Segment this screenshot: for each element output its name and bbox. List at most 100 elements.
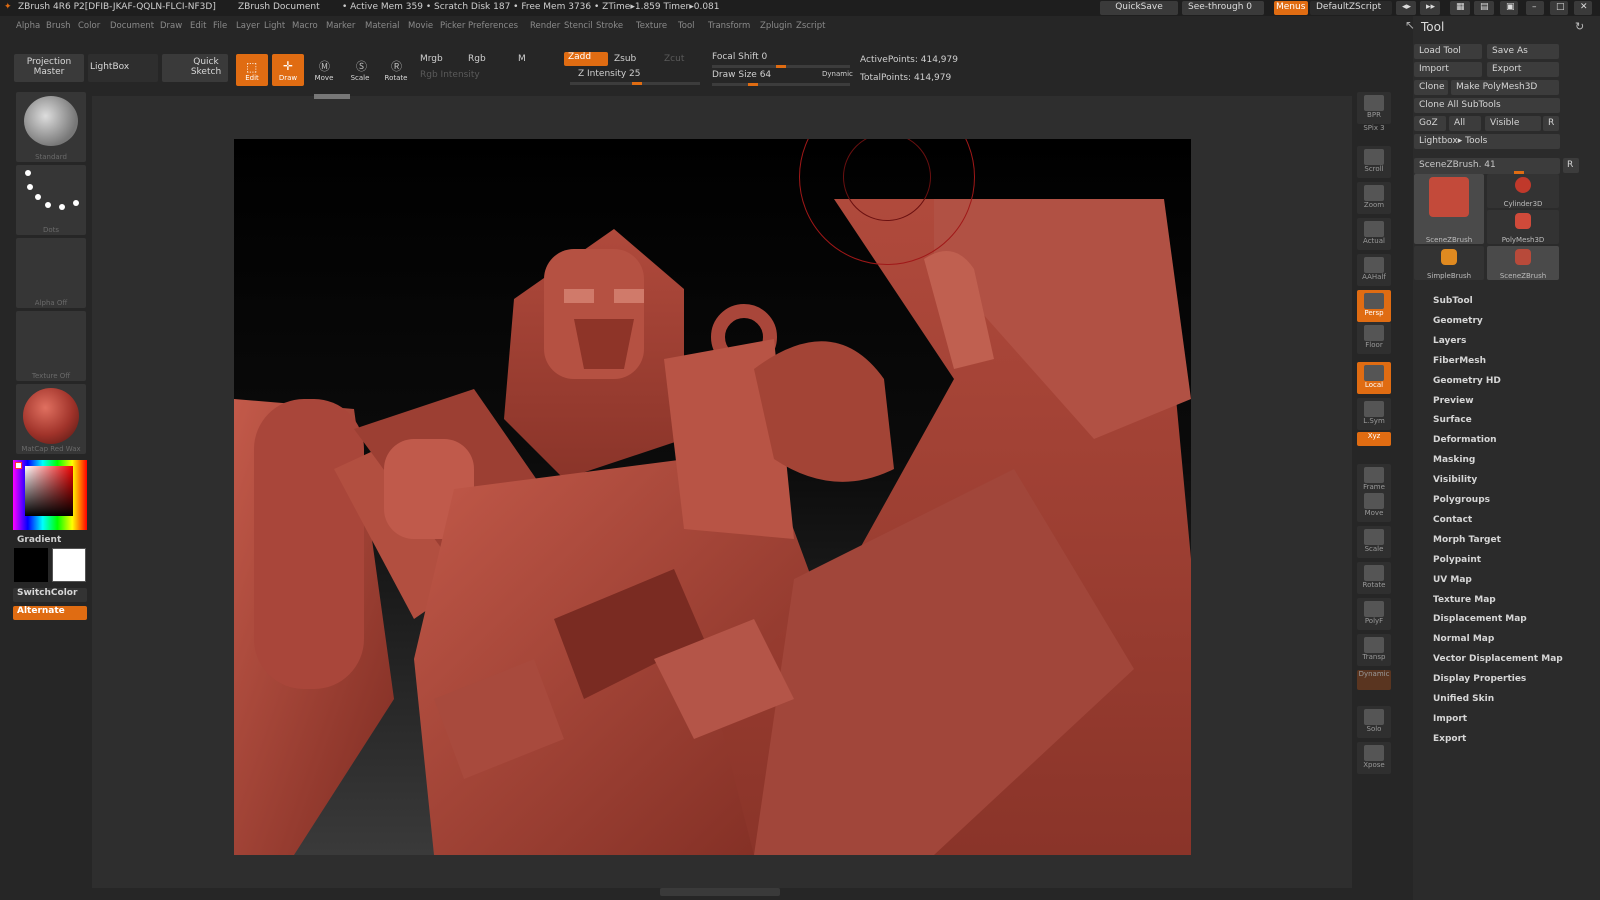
tool-persp-button[interactable]: Persp	[1357, 290, 1391, 322]
secondary-color-swatch[interactable]	[52, 548, 86, 582]
section-displacement-map[interactable]: Displacement Map	[1433, 614, 1527, 624]
tool-xyz-button[interactable]: Xyz	[1357, 432, 1391, 446]
refresh-icon[interactable]: ↻	[1575, 20, 1584, 33]
switch-color-button[interactable]: SwitchColor	[13, 588, 87, 602]
projection-master-button[interactable]: Projection Master	[14, 54, 84, 82]
section-normal-map[interactable]: Normal Map	[1433, 634, 1494, 644]
scenezbrush-slider[interactable]: SceneZBrush. 41	[1414, 158, 1560, 174]
section-deformation[interactable]: Deformation	[1433, 435, 1497, 445]
menu-edit[interactable]: Edit	[190, 21, 206, 31]
brush-thumbnail[interactable]: Standard	[16, 92, 86, 162]
default-zscript-button[interactable]: DefaultZScript	[1310, 1, 1392, 15]
scene-r-button[interactable]: R	[1563, 158, 1579, 173]
section-morph-target[interactable]: Morph Target	[1433, 535, 1501, 545]
menu-texture[interactable]: Texture	[636, 21, 667, 31]
menu-color[interactable]: Color	[78, 21, 100, 31]
rgb-intensity-slider[interactable]: Rgb Intensity	[420, 70, 480, 80]
section-visibility[interactable]: Visibility	[1433, 475, 1477, 485]
stroke-thumbnail[interactable]: Dots	[16, 165, 86, 235]
main-color-swatch[interactable]	[14, 548, 48, 582]
menu-file[interactable]: File	[213, 21, 227, 31]
close-icon[interactable]: ✕	[1574, 1, 1592, 15]
section-uv-map[interactable]: UV Map	[1433, 575, 1472, 585]
texture-thumbnail[interactable]: Texture Off	[16, 311, 86, 381]
tool-thumb-cylinder3d[interactable]: Cylinder3D	[1487, 174, 1559, 208]
minimize-icon[interactable]: –	[1526, 1, 1544, 15]
tool-scale-button[interactable]: Scale	[1357, 526, 1391, 558]
section-import[interactable]: Import	[1433, 714, 1467, 724]
menu-brush[interactable]: Brush	[46, 21, 71, 31]
section-layers[interactable]: Layers	[1433, 336, 1466, 346]
mrgb-button[interactable]: Mrgb	[420, 54, 443, 64]
load-tool-button[interactable]: Load Tool	[1414, 44, 1482, 59]
goz-button[interactable]: GoZ	[1414, 116, 1446, 131]
z-intensity-slider[interactable]: Z Intensity 25	[578, 69, 641, 79]
section-display-properties[interactable]: Display Properties	[1433, 674, 1526, 684]
section-polypaint[interactable]: Polypaint	[1433, 555, 1481, 565]
section-vector-displacement-map[interactable]: Vector Displacement Map	[1433, 654, 1563, 664]
alpha-thumbnail[interactable]: Alpha Off	[16, 238, 86, 308]
maximize-icon[interactable]: □	[1550, 1, 1568, 15]
color-picker[interactable]	[13, 460, 87, 530]
layout-icon[interactable]: ▦	[1450, 1, 1470, 15]
section-polygroups[interactable]: Polygroups	[1433, 495, 1490, 505]
viewport-canvas[interactable]	[234, 139, 1191, 855]
menu-alpha[interactable]: Alpha	[16, 21, 40, 31]
quick-sketch-button[interactable]: Quick Sketch	[162, 54, 228, 82]
tool-dynamic-button[interactable]: Dynamic	[1357, 670, 1391, 690]
menu-light[interactable]: Light	[264, 21, 285, 31]
import-button[interactable]: Import	[1414, 62, 1482, 77]
export-button[interactable]: Export	[1487, 62, 1559, 77]
menu-movie[interactable]: Movie	[408, 21, 433, 31]
tool-xpose-button[interactable]: Xpose	[1357, 742, 1391, 774]
section-geometry[interactable]: Geometry	[1433, 316, 1483, 326]
alternate-button[interactable]: Alternate	[13, 606, 87, 620]
menu-material[interactable]: Material	[365, 21, 400, 31]
tool-spix-3-button[interactable]: SPix 3	[1357, 124, 1391, 138]
visible-button[interactable]: Visible	[1485, 116, 1541, 131]
gradient-label[interactable]: Gradient	[17, 535, 61, 545]
tool-pin-icon[interactable]: ↖	[1405, 18, 1415, 32]
save-as-button[interactable]: Save As	[1487, 44, 1559, 59]
menus-button[interactable]: Menus	[1274, 1, 1308, 15]
tool-l-sym-button[interactable]: L.Sym	[1357, 398, 1391, 430]
focal-shift-slider[interactable]: Focal Shift 0	[712, 52, 767, 62]
section-unified-skin[interactable]: Unified Skin	[1433, 694, 1494, 704]
menu-preferences[interactable]: Preferences	[468, 21, 518, 31]
section-geometry-hd[interactable]: Geometry HD	[1433, 376, 1501, 386]
zcut-button[interactable]: Zcut	[664, 54, 684, 64]
menu-draw[interactable]: Draw	[160, 21, 182, 31]
layout-icon[interactable]: ▤	[1474, 1, 1494, 15]
all-button[interactable]: All	[1449, 116, 1481, 131]
menu-marker[interactable]: Marker	[326, 21, 355, 31]
r-button[interactable]: R	[1543, 116, 1559, 131]
section-surface[interactable]: Surface	[1433, 415, 1472, 425]
section-preview[interactable]: Preview	[1433, 396, 1474, 406]
tool-thumb-scenezbrush[interactable]: SceneZBrush	[1487, 246, 1559, 280]
tool-scroll-button[interactable]: Scroll	[1357, 146, 1391, 178]
section-contact[interactable]: Contact	[1433, 515, 1472, 525]
tool-palette-title[interactable]: Tool	[1421, 20, 1444, 34]
menu-layer[interactable]: Layer	[236, 21, 260, 31]
draw-size-slider[interactable]: Draw Size 64	[712, 70, 771, 80]
tool-thumb-polymesh3d[interactable]: PolyMesh3D	[1487, 210, 1559, 244]
window-arrows-icon[interactable]: ▸▸	[1420, 1, 1440, 15]
tool-zoom-button[interactable]: Zoom	[1357, 182, 1391, 214]
tool-thumb-scenezbrush[interactable]: SceneZBrush	[1414, 174, 1484, 244]
material-thumbnail[interactable]: MatCap Red Wax	[16, 384, 86, 454]
tool-aahalf-button[interactable]: AAHalf	[1357, 254, 1391, 286]
section-masking[interactable]: Masking	[1433, 455, 1475, 465]
menu-stroke[interactable]: Stroke	[596, 21, 623, 31]
quicksave-button[interactable]: QuickSave	[1100, 1, 1178, 15]
rgb-button[interactable]: Rgb	[468, 54, 486, 64]
tool-transp-button[interactable]: Transp	[1357, 634, 1391, 666]
section-texture-map[interactable]: Texture Map	[1433, 595, 1496, 605]
tool-bpr-button[interactable]: BPR	[1357, 92, 1391, 124]
lightbox-tools-button[interactable]: Lightbox▸ Tools	[1414, 134, 1560, 149]
window-arrows-icon[interactable]: ◂▸	[1396, 1, 1416, 15]
document-scrollbar[interactable]	[314, 94, 350, 99]
tool-move-button[interactable]: Move	[1357, 490, 1391, 522]
section-export[interactable]: Export	[1433, 734, 1466, 744]
menu-tool[interactable]: Tool	[678, 21, 695, 31]
menu-zplugin[interactable]: Zplugin	[760, 21, 792, 31]
